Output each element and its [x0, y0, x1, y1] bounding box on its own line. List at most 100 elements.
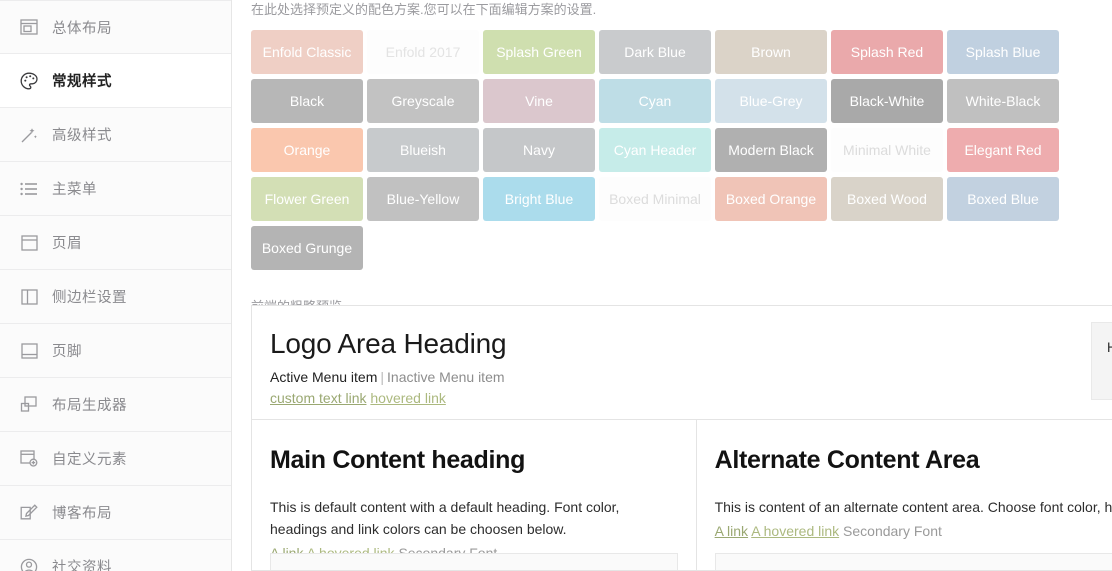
frontend-preview: Logo Area Heading Active Menu item | Inact…: [251, 305, 1112, 571]
swatch-label: Black: [289, 93, 325, 109]
color-scheme-swatch[interactable]: Cyan Header: [599, 128, 711, 172]
color-scheme-swatch[interactable]: Splash Red: [831, 30, 943, 74]
sidebar-item-1[interactable]: 总体布局: [0, 0, 231, 54]
sidebar-item-2[interactable]: 常规样式: [0, 54, 231, 108]
a-link[interactable]: A link: [715, 523, 748, 539]
color-scheme-swatch[interactable]: Boxed Wood: [831, 177, 943, 221]
palette-icon: [14, 70, 44, 92]
swatch-label: Vine: [525, 93, 553, 109]
sidebar-item-label: 布局生成器: [52, 398, 127, 414]
sidebar-nav-list: 总体布局常规样式高级样式主菜单页眉侧边栏设置 页脚布局生成器自定义元素博客布局社交…: [0, 0, 231, 571]
color-scheme-swatch[interactable]: Bright Blue: [483, 177, 595, 221]
color-scheme-swatch[interactable]: Navy: [483, 128, 595, 172]
options-sidebar: 总体布局常规样式高级样式主菜单页眉侧边栏设置 页脚布局生成器自定义元素博客布局社交…: [0, 0, 232, 571]
alternate-content-links: A link A hovered link Secondary Font: [715, 520, 1112, 542]
sidebar-item-10[interactable]: 博客布局: [0, 486, 231, 540]
inactive-menu-item[interactable]: Inactive Menu item: [387, 369, 505, 385]
swatch-label: Brown: [751, 44, 791, 60]
sidebar-item-9[interactable]: 自定义元素: [0, 432, 231, 486]
sidebar-item-6[interactable]: 侧边栏设置: [0, 270, 231, 324]
color-scheme-swatch[interactable]: Cyan: [599, 79, 711, 123]
sidebar-item-label: 总体布局: [52, 20, 112, 37]
header-icon: [14, 232, 44, 254]
color-scheme-swatch[interactable]: Blueish: [367, 128, 479, 172]
swatch-label: Bright Blue: [504, 191, 574, 207]
swatch-label: Elegant Red: [964, 142, 1042, 158]
main-content-body: This is default content with a default h…: [270, 499, 620, 537]
swatch-label: Dark Blue: [624, 44, 686, 60]
alternate-content-heading: Alternate Content Area: [714, 446, 980, 474]
preview-menu-row: Active Menu item | Inactive Menu item: [270, 369, 1112, 385]
swatch-label: Orange: [283, 142, 331, 158]
sidebar-item-8[interactable]: 布局生成器: [0, 378, 231, 432]
swatch-label: Boxed Minimal: [609, 191, 701, 207]
alternate-content-body: This is content of an alternate content …: [714, 499, 1112, 515]
stack-icon: [14, 394, 44, 416]
color-scheme-swatch[interactable]: Elegant Red: [947, 128, 1059, 172]
color-scheme-swatch[interactable]: Greyscale: [367, 79, 479, 123]
sidebar-item-label: 自定义元素: [52, 452, 127, 468]
color-scheme-swatch[interactable]: Blue-Grey: [715, 79, 827, 123]
color-scheme-swatch[interactable]: Boxed Orange: [715, 177, 827, 221]
color-scheme-swatch[interactable]: Orange: [251, 128, 363, 172]
preview-link-row: custom text link hovered link: [270, 390, 1112, 406]
sidebar-item-3[interactable]: 高级样式: [0, 108, 231, 162]
swatch-label: Modern Black: [728, 142, 814, 158]
color-scheme-swatch[interactable]: Black: [251, 79, 363, 123]
color-scheme-swatch[interactable]: Enfold 2017: [367, 30, 479, 74]
active-menu-item[interactable]: Active Menu item: [270, 369, 377, 385]
sidebar-item-5[interactable]: 页眉: [0, 216, 231, 270]
alternate-content-column: Alternate Content Area This is content o…: [695, 420, 1112, 570]
color-scheme-swatch[interactable]: Modern Black: [715, 128, 827, 172]
alternate-content-underbox: [714, 553, 1112, 570]
sidebar-item-7[interactable]: 页脚: [0, 324, 231, 378]
secondary-font-label: Secondary Font: [843, 523, 942, 539]
main-content-underbox: [270, 553, 678, 570]
magic-wand-icon: [14, 124, 44, 146]
color-scheme-swatch[interactable]: Blue-Yellow: [367, 177, 479, 221]
list-icon: [14, 178, 44, 200]
color-scheme-swatch[interactable]: Black-White: [831, 79, 943, 123]
preview-header: Logo Area Heading Active Menu item | Inact…: [252, 306, 1112, 420]
sidebar-item-label: 常规样式: [52, 74, 112, 90]
sidebar-item-11[interactable]: 社交资料: [0, 540, 231, 571]
swatch-label: Blue-Yellow: [386, 191, 460, 207]
a-hovered-link[interactable]: A hovered link: [751, 523, 839, 539]
color-scheme-swatch[interactable]: White-Black: [947, 79, 1059, 123]
color-scheme-swatch[interactable]: Boxed Minimal: [599, 177, 711, 221]
color-scheme-swatch[interactable]: Brown: [715, 30, 827, 74]
sidebar-item-label: 高级样式: [52, 128, 112, 144]
color-scheme-swatch[interactable]: Boxed Grunge: [251, 226, 363, 270]
intro-text: 在此处选择预定义的配色方案.您可以在下面编辑方案的设置.: [251, 2, 597, 17]
swatch-label: Blueish: [400, 142, 446, 158]
swatch-label: Minimal White: [843, 142, 931, 158]
sidebar-item-label: 页眉: [52, 236, 82, 252]
color-scheme-swatch[interactable]: Minimal White: [831, 128, 943, 172]
swatch-label: Black-White: [849, 93, 925, 109]
edit-icon: [14, 502, 44, 524]
swatch-label: Boxed Orange: [725, 191, 817, 207]
color-scheme-swatch[interactable]: Dark Blue: [599, 30, 711, 74]
swatch-label: Splash Blue: [965, 44, 1041, 60]
color-scheme-swatch[interactable]: Vine: [483, 79, 595, 123]
enfold-theme-options-screen: 总体布局常规样式高级样式主菜单页眉侧边栏设置 页脚布局生成器自定义元素博客布局社交…: [0, 0, 1112, 571]
swatch-label: Blue-Grey: [739, 93, 803, 109]
color-scheme-swatch[interactable]: Splash Blue: [947, 30, 1059, 74]
custom-text-link[interactable]: custom text link: [270, 390, 366, 406]
swatch-label: Boxed Grunge: [261, 240, 353, 256]
logo-area-heading: Logo Area Heading: [270, 328, 507, 359]
color-scheme-swatch[interactable]: Enfold Classic: [251, 30, 363, 74]
swatch-label: Splash Red: [850, 44, 924, 60]
add-element-icon: [14, 448, 44, 470]
hovered-link[interactable]: hovered link: [370, 390, 446, 406]
color-scheme-swatch[interactable]: Boxed Blue: [947, 177, 1059, 221]
swatch-label: Navy: [523, 142, 555, 158]
color-scheme-swatch[interactable]: Flower Green: [251, 177, 363, 221]
color-scheme-swatch[interactable]: Splash Green: [483, 30, 595, 74]
sidebar-icon: [14, 286, 44, 308]
sidebar-item-4[interactable]: 主菜单: [0, 162, 231, 216]
sidebar-item-label: 博客布局: [52, 506, 112, 522]
swatch-label: Enfold 2017: [385, 44, 461, 60]
swatch-label: Cyan Header: [613, 142, 697, 158]
sidebar-item-label: 主菜单: [52, 182, 97, 198]
